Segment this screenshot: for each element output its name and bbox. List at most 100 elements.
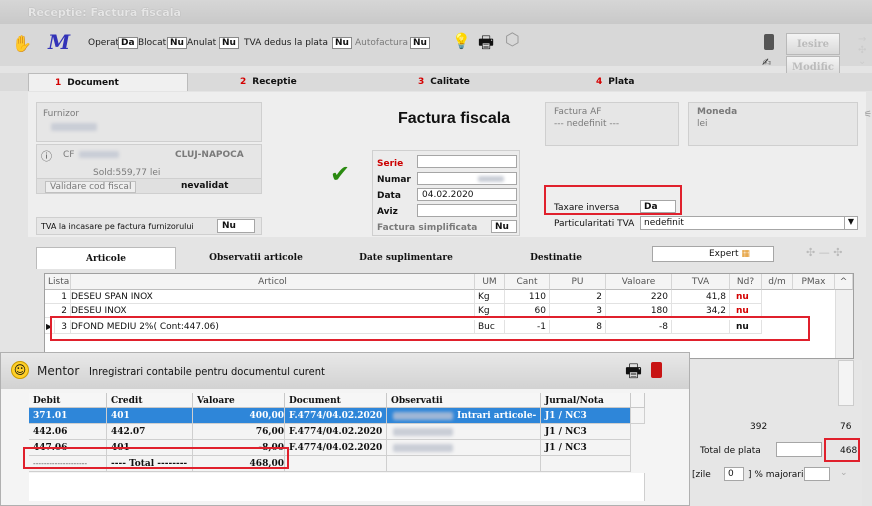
mrow-document: F.4774/04.02.2020: [285, 440, 387, 456]
tab-receptie[interactable]: 2 Receptie: [240, 73, 297, 91]
col-articol[interactable]: Articol: [71, 274, 475, 290]
validare-status: nevalidat: [181, 181, 229, 191]
tab-calitate[interactable]: 3 Calitate: [418, 73, 470, 91]
furnizor-name-redacted: [51, 123, 97, 131]
serie-field[interactable]: [417, 155, 517, 168]
grid-nav-icons[interactable]: ✣ — ✣: [806, 246, 842, 259]
tva-dedus-label: TVA dedus la plata: [244, 38, 328, 48]
data-field[interactable]: 04.02.2020: [417, 188, 517, 201]
data-label: Data: [377, 191, 401, 201]
total-plata-blank: [776, 442, 822, 457]
mcol-jurnal[interactable]: Jurnal/Nota: [541, 393, 631, 408]
mentor-header: ☺ Mentor Inregistrari contabile pentru d…: [1, 353, 689, 389]
chevron-down-icon[interactable]: ⌄: [840, 468, 848, 478]
particularitati-select[interactable]: nedefinit: [640, 216, 846, 230]
mcol-credit[interactable]: Credit: [107, 393, 193, 408]
blocat-label: Blocat: [138, 38, 167, 48]
invoice-window: Receptie: Factura fiscala ✋ M Operat Da …: [0, 0, 872, 506]
total-valoare: 392: [750, 422, 768, 432]
cf-label: CF: [63, 150, 75, 160]
lightbulb-icon[interactable]: 💡: [452, 32, 471, 50]
validare-button[interactable]: Validare cod fiscal: [45, 181, 137, 193]
mentor-panel: ☺ Mentor Inregistrari contabile pentru d…: [0, 352, 690, 506]
col-valoare[interactable]: Valoare: [606, 274, 672, 290]
furnizor-box[interactable]: Furnizor: [36, 102, 262, 142]
window-title: Receptie: Factura fiscala: [0, 0, 872, 24]
operat-field[interactable]: Da: [118, 37, 138, 49]
mentor-logo-icon[interactable]: M: [48, 30, 70, 54]
panel-side-icon[interactable]: ⚟: [864, 110, 872, 120]
numar-field[interactable]: [417, 172, 517, 185]
blocat-field[interactable]: Nu: [167, 37, 187, 49]
majorari-field[interactable]: [804, 467, 830, 481]
aviz-label: Aviz: [377, 207, 398, 217]
zile-label: [zile: [692, 470, 711, 480]
tab-date-suplimentare[interactable]: Date suplimentare: [336, 247, 476, 269]
mentor-empty-area: [29, 473, 645, 501]
zile-field[interactable]: 0: [724, 467, 744, 481]
mrow-jurnal: J1 / NC3: [541, 408, 631, 424]
mentor-exit-icon[interactable]: [651, 362, 662, 378]
tab-destinatie[interactable]: Destinatie: [486, 247, 626, 269]
factura-af-box[interactable]: Factura AF --- nedefinit ---: [545, 102, 679, 146]
simplificata-field[interactable]: Nu: [491, 220, 517, 233]
col-nd[interactable]: Nd?: [730, 274, 762, 290]
mcol-valoare[interactable]: Valoare: [193, 393, 285, 408]
col-um[interactable]: UM: [475, 274, 505, 290]
mrow-valoare: 400,00: [193, 408, 285, 424]
tva-dedus-field[interactable]: Nu: [332, 37, 352, 49]
operat-label: Operat: [88, 38, 120, 48]
tab-document[interactable]: 1 Document: [28, 73, 188, 91]
mrow-debit: 442.06: [29, 424, 107, 440]
serie-label: Serie: [377, 159, 404, 169]
anulat-field[interactable]: Nu: [219, 37, 239, 49]
mrow-credit: 401: [107, 408, 193, 424]
info-icon[interactable]: ⓘ: [41, 148, 52, 164]
tva-incasare-label: TVA la incasare pe factura furnizorului: [41, 222, 194, 231]
col-cant[interactable]: Cant: [505, 274, 550, 290]
expert-field[interactable]: Expert ▦: [652, 246, 774, 262]
side-arrows-icon[interactable]: → ✣ ⌄: [858, 34, 866, 67]
moneda-box[interactable]: Moneda lei: [688, 102, 858, 146]
handshake-icon[interactable]: ✋: [12, 34, 32, 53]
factura-af-label: Factura AF: [554, 107, 602, 117]
row-nd: nu: [730, 290, 762, 304]
mcol-debit[interactable]: Debit: [29, 393, 107, 408]
tva-incasare-field[interactable]: Nu: [217, 219, 255, 233]
aviz-field[interactable]: [417, 204, 517, 217]
taxare-field[interactable]: Da: [640, 200, 676, 213]
cf-redacted: [79, 151, 119, 158]
col-pmax[interactable]: PMax: [793, 274, 835, 290]
col-dm[interactable]: d/m: [762, 274, 793, 290]
toolbar: ✋ M Operat Da Blocat Nu Anulat Nu TVA de…: [0, 24, 872, 78]
particularitati-dropdown-icon[interactable]: ▼: [844, 216, 858, 230]
autofactura-field[interactable]: Nu: [410, 37, 430, 49]
col-lista[interactable]: Lista: [45, 274, 71, 290]
mcol-observatii[interactable]: Observatii: [387, 393, 541, 408]
moneda-value: lei: [697, 119, 708, 129]
scroll-up-icon[interactable]: ^: [835, 274, 853, 290]
mtotal-empty: [285, 456, 387, 472]
tab-plata[interactable]: 4 Plata: [596, 73, 634, 91]
col-pu[interactable]: PU: [550, 274, 606, 290]
col-tva[interactable]: TVA: [672, 274, 730, 290]
tab-articole[interactable]: Articole: [36, 247, 176, 269]
mcol-document[interactable]: Document: [285, 393, 387, 408]
grid-scrollbar[interactable]: [835, 290, 853, 358]
validare-row: Validare cod fiscal nevalidat: [36, 178, 262, 194]
mrow-jurnal: J1 / NC3: [541, 424, 631, 440]
row-valoare: 220: [606, 290, 672, 304]
iesire-button[interactable]: Iesire: [786, 33, 840, 55]
mrow-obs-redacted: [393, 412, 453, 420]
mentor-printer-icon[interactable]: 🖶: [625, 359, 642, 389]
mentor-title: Inregistrari contabile pentru documentul…: [89, 365, 325, 378]
export-box-icon[interactable]: ⬡: [505, 30, 520, 50]
tab-observatii-articole[interactable]: Observatii articole: [186, 247, 326, 269]
tva-incasare-row: TVA la incasare pe factura furnizorului …: [36, 217, 262, 235]
totals-scrollbar[interactable]: [838, 360, 854, 406]
majorari-label: ] % majorari: [748, 470, 804, 480]
expert-grid-icon: ▦: [741, 249, 750, 259]
furnizor-label: Furnizor: [43, 109, 80, 119]
printer-icon[interactable]: 🖶: [478, 30, 494, 59]
door-icon: [764, 34, 774, 50]
